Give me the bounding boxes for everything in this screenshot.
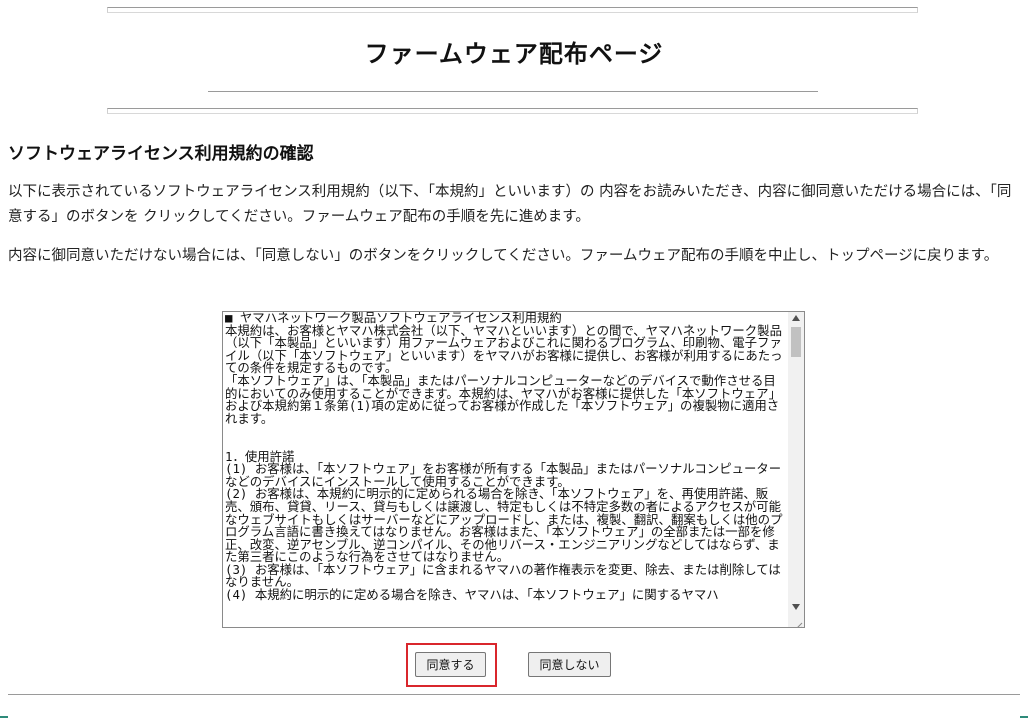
disagree-button[interactable]: 同意しない <box>528 652 611 677</box>
header-divider <box>107 108 918 114</box>
agree-button[interactable]: 同意する <box>415 652 486 677</box>
instructions-disagree-paragraph: 内容に御同意いただけない場合には、「同意しない」のボタンをクリックしてください。… <box>8 248 999 264</box>
section-title: ソフトウェアライセンス利用規約の確認 <box>8 144 314 164</box>
title-underline <box>208 91 818 92</box>
instructions-agree-paragraph: 以下に表示されているソフトウェアライセンス利用規約（以下、「本規約」といいます）… <box>8 184 1012 225</box>
scroll-up-icon[interactable] <box>788 312 804 326</box>
page-title: ファームウェア配布ページ <box>364 40 664 68</box>
resize-grip-icon[interactable] <box>793 616 803 627</box>
firmware-distribution-page: ファームウェア配布ページ ソフトウェアライセンス利用規約の確認 以下に表示されて… <box>0 0 1028 718</box>
footer-divider <box>8 694 1020 695</box>
license-textarea[interactable]: ■ ヤマハネットワーク製品ソフトウェアライセンス利用規約 本規約は、お客様とヤマ… <box>222 311 805 628</box>
scroll-down-icon[interactable] <box>788 601 804 615</box>
license-scrollbar[interactable] <box>788 312 804 627</box>
top-divider <box>107 7 918 13</box>
license-text: ■ ヤマハネットワーク製品ソフトウェアライセンス利用規約 本規約は、お客様とヤマ… <box>225 311 783 603</box>
scroll-thumb[interactable] <box>791 327 801 357</box>
